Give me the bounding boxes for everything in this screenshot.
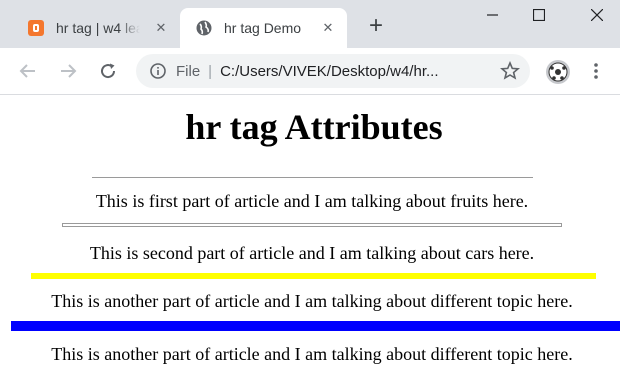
horizontal-rule: [31, 273, 596, 279]
blogger-icon: [28, 20, 44, 36]
url-text[interactable]: C:/Users/VIVEK/Desktop/w4/hr...: [220, 63, 474, 80]
address-bar[interactable]: File | C:/Users/VIVEK/Desktop/w4/hr...: [136, 54, 530, 88]
page-heading: hr tag Attributes: [185, 107, 443, 147]
paragraph: This is another part of article and I am…: [51, 344, 573, 364]
close-window-button[interactable]: [574, 0, 620, 30]
horizontal-rule: [11, 321, 620, 331]
profile-avatar[interactable]: [546, 60, 570, 84]
minimize-icon: [487, 14, 498, 16]
maximize-button[interactable]: [516, 0, 562, 30]
new-tab-button[interactable]: +: [364, 14, 388, 38]
page-content: hr tag Attributes This is first part of …: [0, 95, 620, 392]
tab-title: hr tag Demo: [224, 20, 302, 36]
paragraph: This is second part of article and I am …: [89, 243, 535, 263]
url-separator: |: [208, 62, 213, 80]
globe-icon: [196, 20, 212, 36]
horizontal-rule: [92, 177, 533, 178]
paragraph: This is first part of article and I am t…: [95, 191, 529, 211]
tab-hr-tag-demo[interactable]: hr tag Demo ✕: [180, 8, 347, 48]
close-icon: [591, 9, 603, 21]
arrow-left-icon: [19, 64, 35, 78]
menu-button[interactable]: [586, 61, 606, 81]
tab-title: hr tag | w4 learn: [56, 20, 140, 36]
maximize-icon: [533, 9, 545, 21]
more-vert-icon: [594, 63, 598, 79]
paragraph: This is another part of article and I am…: [51, 291, 573, 311]
close-icon[interactable]: ✕: [319, 19, 337, 37]
minimize-button[interactable]: [470, 0, 516, 30]
tab-hr-tag-w4-learn[interactable]: hr tag | w4 learn ✕: [14, 8, 180, 48]
soccer-ball-icon: [548, 62, 568, 82]
close-icon[interactable]: ✕: [152, 19, 170, 37]
back-button[interactable]: [16, 59, 40, 83]
star-icon[interactable]: [500, 61, 520, 81]
horizontal-rule: [62, 223, 562, 227]
toolbar: File | C:/Users/VIVEK/Desktop/w4/hr...: [0, 48, 620, 95]
tab-strip: hr tag | w4 learn ✕ hr tag Demo ✕ +: [0, 0, 620, 48]
url-scheme: File: [176, 62, 201, 80]
forward-button[interactable]: [56, 59, 80, 83]
arrow-right-icon: [61, 64, 77, 78]
reload-icon: [101, 63, 116, 79]
reload-button[interactable]: [96, 59, 120, 83]
info-icon: [150, 63, 166, 79]
